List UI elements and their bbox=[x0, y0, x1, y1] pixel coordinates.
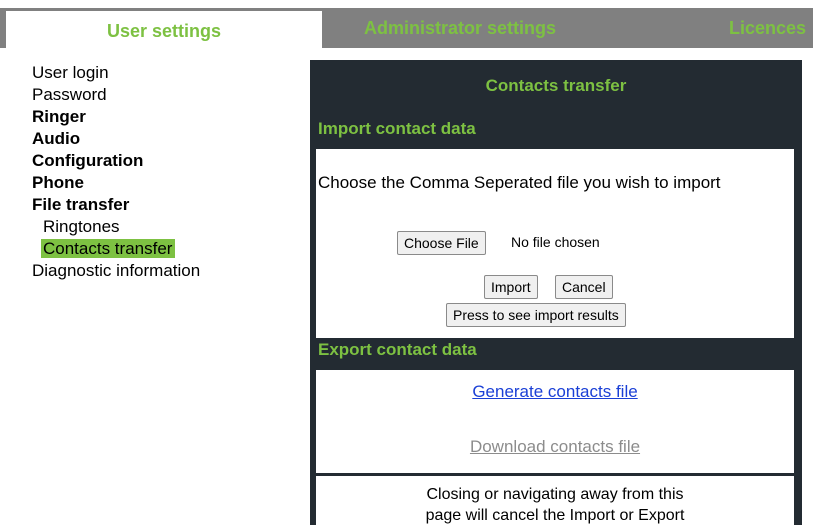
contacts-transfer-panel: Contacts transfer Import contact data Ch… bbox=[310, 60, 802, 525]
closing-notice-box: Closing or navigating away from this pag… bbox=[316, 476, 794, 525]
nav-item-file-transfer[interactable]: File transfer bbox=[32, 194, 292, 216]
import-button[interactable]: Import bbox=[484, 275, 538, 299]
nav-item-user-login[interactable]: User login bbox=[32, 62, 292, 84]
page-title: Contacts transfer bbox=[485, 76, 627, 95]
tab-licences[interactable]: Licences bbox=[598, 8, 813, 48]
import-results-button[interactable]: Press to see import results bbox=[446, 303, 626, 327]
closing-notice: Closing or navigating away from this pag… bbox=[316, 484, 794, 526]
closing-notice-line1: Closing or navigating away from this bbox=[426, 486, 684, 503]
sidebar-nav: User login Password Ringer Audio Configu… bbox=[32, 62, 292, 282]
closing-notice-line2: page will cancel the Import or Export bbox=[425, 507, 685, 524]
download-contacts-link[interactable]: Download contacts file bbox=[316, 437, 794, 457]
nav-item-password[interactable]: Password bbox=[32, 84, 292, 106]
nav-item-contacts-transfer-label: Contacts transfer bbox=[41, 239, 176, 258]
import-box: Choose the Comma Seperated file you wish… bbox=[316, 149, 794, 338]
nav-item-phone[interactable]: Phone bbox=[32, 172, 292, 194]
import-instructions: Choose the Comma Seperated file you wish… bbox=[318, 173, 721, 192]
generate-contacts-link[interactable]: Generate contacts file bbox=[316, 382, 794, 402]
nav-item-ringtones[interactable]: Ringtones bbox=[32, 216, 292, 238]
nav-item-contacts-transfer[interactable]: Contacts transfer bbox=[32, 238, 292, 260]
nav-item-ringer[interactable]: Ringer bbox=[32, 106, 292, 128]
nav-item-audio[interactable]: Audio bbox=[32, 128, 292, 150]
nav-item-diagnostic-information[interactable]: Diagnostic information bbox=[32, 260, 292, 282]
tab-user-settings[interactable]: User settings bbox=[0, 8, 322, 48]
tab-bar: User settings Administrator settings Lic… bbox=[0, 0, 817, 56]
import-section-heading: Import contact data bbox=[318, 119, 476, 138]
export-section-heading: Export contact data bbox=[318, 340, 477, 359]
choose-file-button[interactable]: Choose File bbox=[397, 231, 486, 255]
export-box: Generate contacts file Download contacts… bbox=[316, 370, 794, 473]
file-status-text: No file chosen bbox=[511, 234, 600, 250]
cancel-button[interactable]: Cancel bbox=[555, 275, 613, 299]
nav-item-configuration[interactable]: Configuration bbox=[32, 150, 292, 172]
tab-administrator-settings[interactable]: Administrator settings bbox=[322, 8, 598, 48]
